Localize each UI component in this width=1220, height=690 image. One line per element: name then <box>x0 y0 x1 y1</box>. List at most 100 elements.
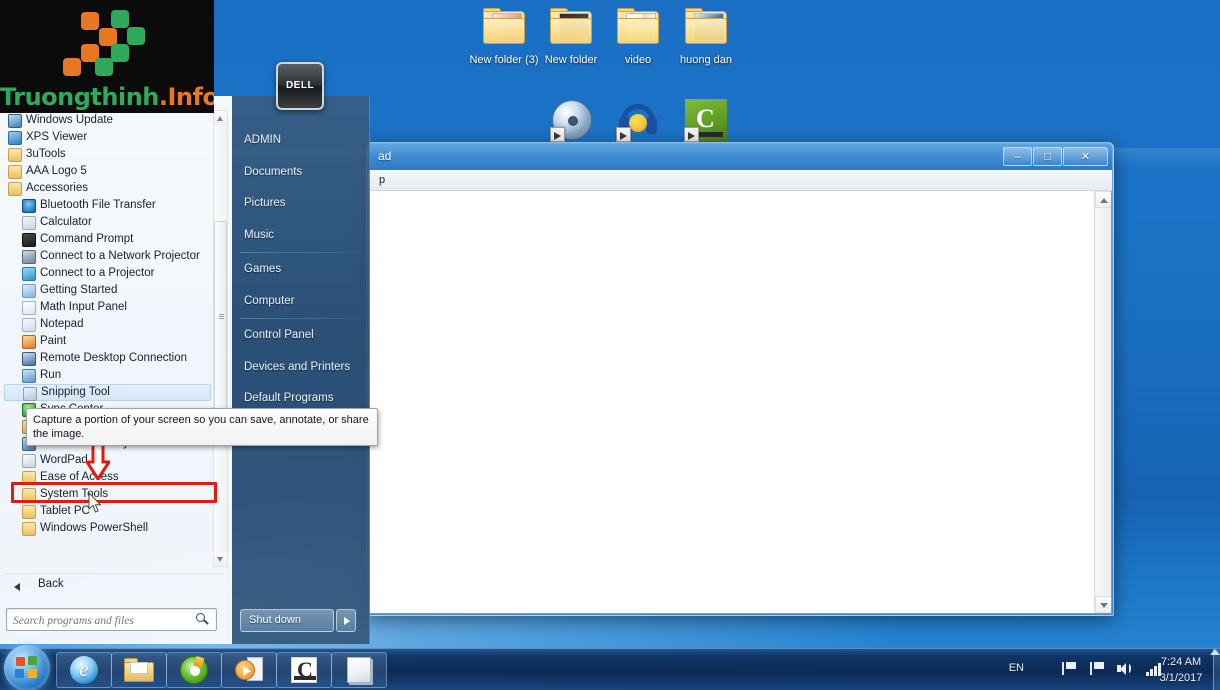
green-disc-taskbar-button[interactable] <box>166 652 222 688</box>
windows-explorer-taskbar-button[interactable] <box>111 652 167 688</box>
start-right-item-devices-and-printers[interactable]: Devices and Printers <box>244 361 350 373</box>
volume-icon[interactable] <box>1117 661 1134 678</box>
program-list-item-label: XPS Viewer <box>26 131 87 143</box>
program-list-item[interactable]: Command Prompt <box>4 231 211 248</box>
search-input[interactable] <box>13 612 188 629</box>
run-icon <box>22 369 36 383</box>
action-center-icon[interactable] <box>1061 661 1078 678</box>
maximize-button[interactable]: □ <box>1033 147 1062 166</box>
folder-icon <box>22 505 36 519</box>
language-indicator[interactable]: EN <box>1009 662 1024 674</box>
start-right-item-games[interactable]: Games <box>244 263 281 275</box>
watermark-text-green: Truongthinh <box>0 83 159 111</box>
scroll-down-arrow-icon[interactable] <box>1095 596 1112 613</box>
menu-item-help[interactable]: p <box>374 173 390 187</box>
media-player-taskbar-button[interactable] <box>221 652 277 688</box>
program-list-item-label: Command Prompt <box>40 233 133 245</box>
program-list-item-label: 3uTools <box>26 148 66 160</box>
network-flag-icon[interactable] <box>1089 661 1106 678</box>
minimize-button[interactable]: – <box>1003 147 1032 166</box>
show-desktop-button[interactable] <box>1213 649 1220 690</box>
folder-icon <box>8 182 22 196</box>
start-right-item-control-panel[interactable]: Control Panel <box>244 329 314 341</box>
program-list-item[interactable]: System Tools <box>4 486 211 503</box>
program-list-item[interactable]: Bluetooth File Transfer <box>4 197 211 214</box>
program-list[interactable]: Windows Update XPS Viewer 3uTools AAA Logo … <box>4 112 211 568</box>
snipping-tool-icon <box>23 387 37 401</box>
c-app-taskbar-button[interactable]: C <box>276 652 332 688</box>
back-button[interactable]: Back <box>4 573 223 595</box>
network-projector-icon <box>22 250 36 264</box>
scroll-down-arrow-icon[interactable] <box>214 552 227 566</box>
program-list-item-label: Math Input Panel <box>40 301 127 313</box>
desktop-icon-label: New folder <box>545 54 598 66</box>
notepad-vertical-scrollbar[interactable] <box>1094 191 1111 613</box>
start-right-item-pictures[interactable]: Pictures <box>244 197 286 209</box>
program-list-item[interactable]: Windows PowerShell <box>4 520 211 537</box>
program-list-item[interactable]: Remote Desktop Connection <box>4 350 211 367</box>
start-right-separator-2 <box>240 318 360 319</box>
xps-viewer-icon <box>8 131 22 145</box>
program-list-item[interactable]: Tablet PC <box>4 503 211 520</box>
command-prompt-icon <box>22 233 36 247</box>
desktop-shortcut-audio-app[interactable] <box>616 98 660 142</box>
shortcut-arrow-icon <box>684 127 699 142</box>
program-list-item[interactable]: Run <box>4 367 211 384</box>
notepad-icon <box>22 318 36 332</box>
internet-explorer-taskbar-button[interactable] <box>56 652 112 688</box>
start-right-item-default-programs[interactable]: Default Programs <box>244 392 333 404</box>
scroll-up-arrow-icon[interactable] <box>1095 191 1112 208</box>
user-avatar[interactable]: DELL <box>276 62 324 110</box>
program-list-item[interactable]: Getting Started <box>4 282 211 299</box>
start-button[interactable] <box>4 645 50 690</box>
program-list-item[interactable]: Connect to a Network Projector <box>4 248 211 265</box>
tooltip: Capture a portion of your screen so you … <box>26 408 378 446</box>
notepad-taskbar-button[interactable] <box>331 652 387 688</box>
desktop-shortcut-c-app[interactable]: C <box>684 98 728 142</box>
notepad-window[interactable]: ad – □ ✕ p <box>366 142 1114 616</box>
taskbar[interactable]: C EN 7:24 AM 3/1/2017 <box>0 648 1220 690</box>
program-list-item-label: Calculator <box>40 216 92 228</box>
start-right-item-admin[interactable]: ADMIN <box>244 134 281 146</box>
window-menu-bar[interactable]: p <box>368 170 1112 191</box>
program-list-item[interactable]: Connect to a Projector <box>4 265 211 282</box>
program-list-item[interactable]: Accessories <box>4 180 211 197</box>
folder-icon <box>22 522 36 536</box>
notepad-text-area[interactable] <box>368 191 1112 614</box>
start-right-item-computer[interactable]: Computer <box>244 295 295 307</box>
desktop-icon-huong-dan[interactable]: huong dan <box>660 6 752 67</box>
close-button[interactable]: ✕ <box>1063 147 1108 166</box>
program-list-item[interactable]: Notepad <box>4 316 211 333</box>
notepad-icon <box>347 657 371 683</box>
desktop-shortcut-media-player[interactable] <box>550 98 594 142</box>
program-list-item[interactable]: 3uTools <box>4 146 211 163</box>
program-list-item[interactable]: Snipping Tool <box>4 384 211 401</box>
desktop-icon-label: huong dan <box>680 54 732 66</box>
program-list-item-label: Connect to a Projector <box>40 267 154 279</box>
shut-down-button[interactable]: Shut down <box>240 609 334 632</box>
scrollbar-thumb[interactable] <box>214 221 227 411</box>
scroll-up-arrow-icon[interactable] <box>214 111 227 125</box>
start-right-item-documents[interactable]: Documents <box>244 166 302 178</box>
program-list-item[interactable]: Windows Update <box>4 112 211 129</box>
start-right-item-music[interactable]: Music <box>244 229 274 241</box>
clock[interactable]: 7:24 AM 3/1/2017 <box>1150 654 1212 686</box>
program-list-item[interactable]: AAA Logo 5 <box>4 163 211 180</box>
start-menu[interactable]: DELL ADMIN Documents Pictures Music Game… <box>0 96 370 644</box>
program-list-item[interactable]: Ease of Access <box>4 469 211 486</box>
program-list-item[interactable]: Calculator <box>4 214 211 231</box>
window-title-bar[interactable]: ad – □ ✕ <box>368 144 1112 170</box>
program-list-item[interactable]: Paint <box>4 333 211 350</box>
notepad-text-content[interactable] <box>371 193 1093 611</box>
program-list-item[interactable]: XPS Viewer <box>4 129 211 146</box>
program-list-item[interactable]: Math Input Panel <box>4 299 211 316</box>
clock-time: 7:24 AM <box>1150 654 1212 670</box>
shut-down-options-arrow[interactable] <box>336 609 356 632</box>
program-list-item-label: Notepad <box>40 318 83 330</box>
search-icon[interactable] <box>196 613 210 627</box>
program-list-item-label: Tablet PC <box>40 505 90 517</box>
program-list-item[interactable]: WordPad <box>4 452 211 469</box>
search-box[interactable] <box>6 608 217 631</box>
program-list-scrollbar[interactable] <box>213 110 228 567</box>
desktop-screen: New folder (3) New folder video <box>0 0 1220 690</box>
